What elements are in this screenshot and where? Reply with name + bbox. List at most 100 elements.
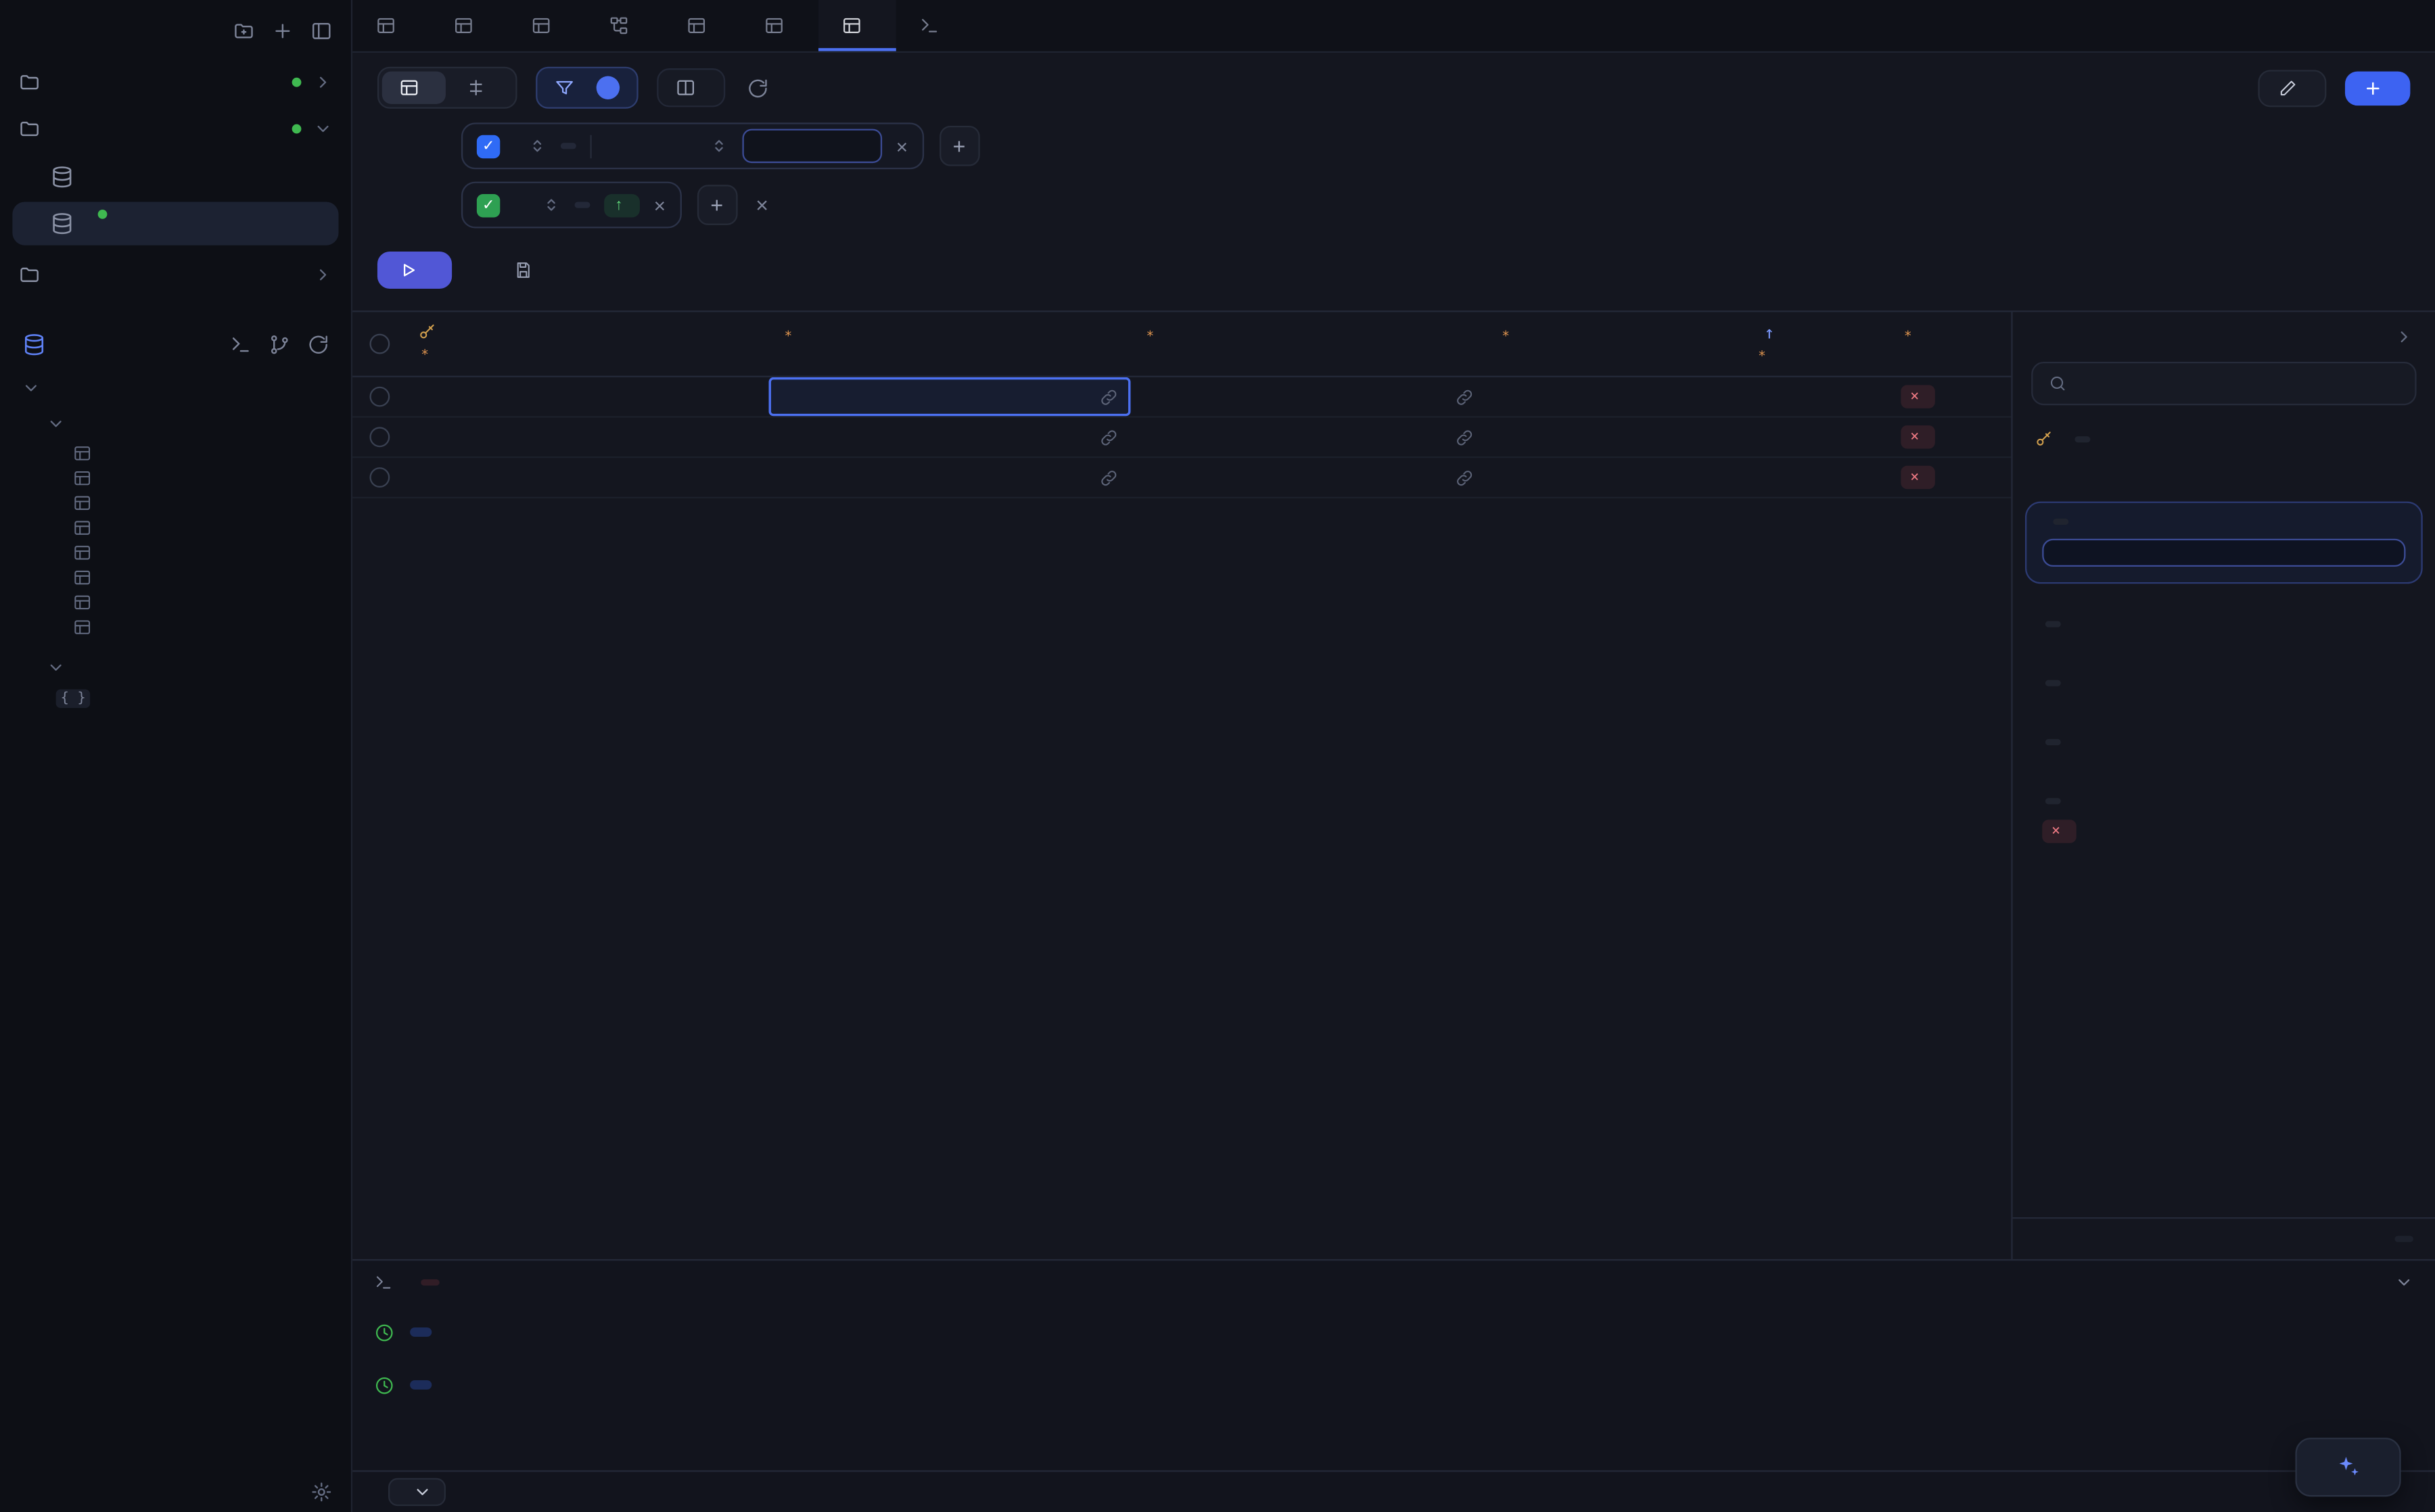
connection-group-prod[interactable] [0, 252, 351, 298]
row-checkbox[interactable] [369, 467, 389, 488]
cell-duration-ms[interactable] [1742, 418, 1888, 456]
save-button[interactable] [514, 261, 544, 280]
new-folder-icon[interactable] [233, 20, 254, 42]
field-value[interactable]: × [2035, 820, 2413, 843]
cell-stream-id[interactable] [405, 458, 768, 496]
cell-skipped[interactable]: × [1888, 377, 2011, 416]
sidebar-footer [0, 1469, 351, 1512]
ai-assistant-button[interactable] [2295, 1438, 2401, 1496]
sort-direction-toggle[interactable]: ↑ [604, 193, 640, 216]
sidebar-table-tracks[interactable] [0, 590, 351, 615]
where-value-input[interactable] [742, 129, 882, 164]
connection-item-banking[interactable] [12, 202, 338, 245]
where-enabled-checkbox[interactable]: ✓ [477, 135, 500, 158]
column-header-skipped[interactable]: * [1888, 323, 2011, 365]
tab-new-query[interactable] [896, 0, 974, 51]
row-checkbox[interactable] [369, 427, 389, 447]
cell-user-id[interactable] [769, 418, 1131, 456]
refresh-icon[interactable] [747, 77, 768, 99]
order-enabled-checkbox[interactable]: ✓ [477, 193, 500, 216]
rows-per-page-select[interactable] [388, 1478, 446, 1506]
cell-duration-ms[interactable] [1742, 458, 1888, 496]
cell-stream-id[interactable] [405, 377, 768, 416]
row-checkbox[interactable] [369, 387, 389, 407]
terminal-icon[interactable] [230, 334, 252, 356]
cell-played-at[interactable] [1486, 458, 1742, 496]
tab-public-playlist-tracks[interactable] [741, 0, 818, 51]
cell-skipped[interactable]: × [1888, 458, 2011, 496]
column-header-user-id[interactable]: * [769, 323, 1131, 365]
collapse-sidebar-icon[interactable] [310, 20, 332, 42]
sidebar-table-streams[interactable] [0, 565, 351, 590]
tab-er-public[interactable] [586, 0, 664, 51]
chevron-down-icon[interactable] [2394, 1273, 2413, 1292]
column-header-track-id[interactable]: * [1130, 323, 1486, 365]
remove-where-icon[interactable]: × [896, 136, 908, 156]
filter-columns-search[interactable] [2031, 362, 2416, 405]
chevrons-up-down-icon[interactable] [528, 137, 547, 156]
schema-node-public[interactable] [0, 369, 351, 405]
add-filter-button[interactable]: + [939, 126, 979, 166]
gear-icon[interactable] [310, 1481, 332, 1503]
field-value[interactable] [2042, 539, 2405, 567]
cell-skipped[interactable]: × [1888, 418, 2011, 456]
chevrons-up-down-icon[interactable] [710, 137, 728, 156]
query-log-entry[interactable] [352, 1362, 2435, 1409]
chevron-right-icon[interactable] [2394, 327, 2413, 346]
cell-track-id[interactable] [1130, 418, 1486, 456]
cell-track-id[interactable] [1130, 458, 1486, 496]
cell-played-at[interactable] [1486, 377, 1742, 416]
view-switcher [377, 67, 517, 109]
chevrons-up-down-icon[interactable] [542, 195, 561, 214]
tab-public-artists[interactable] [508, 0, 586, 51]
tab-structure[interactable] [449, 72, 513, 104]
sidebar-table-users[interactable] [0, 615, 351, 640]
add-row-button[interactable] [2345, 70, 2410, 105]
refresh-icon[interactable] [308, 334, 329, 356]
chevron-right-icon[interactable] [314, 73, 333, 92]
sidebar-function-update-listening-hours[interactable]: { } [0, 685, 351, 713]
sidebar-table-releases[interactable] [0, 540, 351, 565]
remove-order-icon[interactable]: × [654, 195, 666, 215]
tab-public-follows[interactable] [663, 0, 741, 51]
sidebar-table-artists[interactable] [0, 441, 351, 466]
cell-track-id[interactable] [1130, 377, 1486, 416]
sidebar-table-playlist-tracks[interactable] [0, 491, 351, 516]
cell-duration-ms[interactable] [1742, 377, 1888, 416]
chevron-down-icon[interactable] [314, 120, 333, 139]
cell-stream-id[interactable] [405, 418, 768, 456]
tab-public-releases[interactable] [430, 0, 508, 51]
schema-node-tables[interactable] [0, 405, 351, 441]
chevron-right-icon[interactable] [314, 266, 333, 285]
add-sort-button[interactable]: + [697, 185, 737, 225]
cell-user-id[interactable] [769, 377, 1131, 416]
connection-group-dev[interactable] [0, 59, 351, 105]
tab-public-playlists[interactable] [352, 0, 430, 51]
tab-data[interactable] [382, 72, 446, 104]
filter-button[interactable] [536, 67, 639, 109]
edit-button[interactable] [2258, 69, 2326, 106]
cell-played-at[interactable] [1486, 418, 1742, 456]
folder-icon [19, 72, 41, 93]
clear-sorts-icon[interactable]: × [753, 193, 772, 218]
connection-item-local[interactable] [12, 156, 338, 199]
connection-group-local[interactable] [0, 105, 351, 152]
column-header-duration-ms[interactable]: ↑ * [1742, 323, 1888, 365]
sidebar-table-playlists[interactable] [0, 515, 351, 540]
select-all-checkbox[interactable] [369, 334, 389, 354]
apply-button[interactable] [377, 252, 452, 289]
cell-user-id[interactable] [769, 458, 1131, 496]
filter-columns-input[interactable] [2079, 374, 2399, 393]
error-count-badge [421, 1279, 440, 1285]
columns-button[interactable] [657, 68, 725, 107]
schema-node-functions[interactable] [0, 649, 351, 685]
git-branch-icon[interactable] [269, 334, 290, 356]
add-connection-icon[interactable] [272, 20, 294, 42]
column-header-played-at[interactable]: * [1486, 323, 1742, 365]
tab-public-streams[interactable] [818, 0, 896, 51]
query-log-header[interactable] [352, 1260, 2435, 1302]
table-row: × [352, 458, 2011, 498]
query-log-entry[interactable] [352, 1309, 2435, 1356]
sidebar-table-follows[interactable] [0, 466, 351, 491]
column-header-stream-id[interactable]: * [405, 323, 768, 365]
